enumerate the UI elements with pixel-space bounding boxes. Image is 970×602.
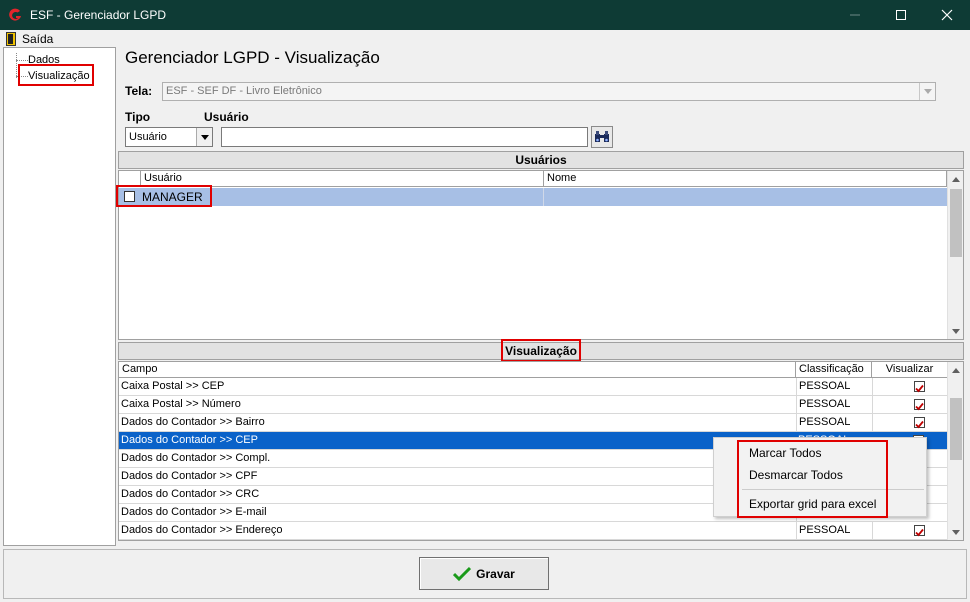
table-row[interactable]: Dados do Contador >> Bairro PESSOAL bbox=[119, 414, 948, 432]
check-icon bbox=[915, 402, 924, 411]
table-row[interactable]: Caixa Postal >> Número PESSOAL bbox=[119, 396, 948, 414]
visualizar-cell[interactable] bbox=[872, 522, 948, 540]
table-row[interactable]: Dados do Contador >> Endereço PESSOAL bbox=[119, 522, 948, 540]
campo-cell: Caixa Postal >> Número bbox=[121, 398, 241, 410]
tipo-value: Usuário bbox=[129, 131, 167, 143]
search-button[interactable] bbox=[591, 126, 613, 148]
esf-logo-icon bbox=[6, 6, 24, 24]
scroll-down-icon[interactable] bbox=[948, 323, 964, 339]
green-checkmark-icon bbox=[453, 566, 472, 581]
grid-header-classificacao[interactable]: Classificação bbox=[796, 362, 872, 378]
minimize-button[interactable] bbox=[832, 0, 878, 30]
classificacao-cell: PESSOAL bbox=[796, 414, 872, 432]
highlight-box bbox=[737, 440, 888, 518]
visualizar-checkbox[interactable] bbox=[914, 399, 925, 411]
check-icon bbox=[915, 420, 924, 429]
close-button[interactable] bbox=[924, 0, 970, 30]
tipo-label: Tipo bbox=[125, 110, 151, 124]
scroll-down-icon[interactable] bbox=[948, 524, 963, 540]
usuario-label: Usuário bbox=[204, 110, 249, 124]
grid-header-nome[interactable]: Nome bbox=[544, 171, 947, 187]
exit-door-icon[interactable] bbox=[6, 31, 16, 46]
users-section-header: Usuários bbox=[118, 151, 964, 169]
scroll-thumb[interactable] bbox=[950, 398, 962, 460]
navigation-tree: Dados Visualização bbox=[3, 47, 116, 546]
users-section-title: Usuários bbox=[515, 153, 567, 167]
highlight-box bbox=[18, 64, 94, 86]
menu-bar: Saída bbox=[1, 30, 969, 47]
visualizar-cell[interactable] bbox=[872, 414, 948, 432]
tela-select[interactable]: ESF - SEF DF - Livro Eletrônico bbox=[162, 82, 936, 101]
classificacao-cell: PESSOAL bbox=[796, 522, 872, 540]
campo-cell: Dados do Contador >> E-mail bbox=[121, 506, 267, 518]
campo-cell: Dados do Contador >> CEP bbox=[121, 434, 258, 446]
vis-scrollbar[interactable] bbox=[947, 362, 963, 540]
check-icon bbox=[915, 528, 924, 537]
visualizar-checkbox[interactable] bbox=[914, 525, 925, 537]
tela-value: ESF - SEF DF - Livro Eletrônico bbox=[166, 85, 322, 97]
close-icon bbox=[941, 9, 953, 21]
table-row[interactable]: Caixa Postal >> CEP PESSOAL bbox=[119, 378, 948, 396]
scroll-thumb[interactable] bbox=[950, 189, 962, 257]
page-title: Gerenciador LGPD - Visualização bbox=[125, 48, 380, 67]
users-scrollbar[interactable] bbox=[947, 171, 963, 339]
tree-connector bbox=[16, 60, 28, 61]
table-row[interactable]: MANAGER bbox=[119, 188, 947, 206]
title-bar: ESF - Gerenciador LGPD bbox=[0, 0, 970, 30]
cell-separator bbox=[543, 188, 544, 206]
binoculars-search-icon bbox=[595, 131, 609, 142]
visualizar-cell[interactable] bbox=[872, 378, 948, 396]
usuario-input[interactable] bbox=[221, 127, 588, 147]
campo-cell: Dados do Contador >> CPF bbox=[121, 470, 258, 482]
window-controls bbox=[832, 0, 970, 30]
tree-connector bbox=[16, 53, 17, 78]
window-title: ESF - Gerenciador LGPD bbox=[30, 8, 167, 22]
campo-cell: Dados do Contador >> Endereço bbox=[121, 524, 283, 536]
tipo-select[interactable]: Usuário bbox=[125, 127, 213, 147]
chevron-down-icon[interactable] bbox=[196, 128, 212, 146]
grid-header-campo[interactable]: Campo bbox=[119, 362, 796, 378]
campo-cell: Caixa Postal >> CEP bbox=[121, 380, 225, 392]
visualizar-cell[interactable] bbox=[872, 396, 948, 414]
chevron-down-icon[interactable] bbox=[919, 83, 935, 100]
minimize-icon bbox=[850, 14, 860, 16]
check-icon bbox=[915, 384, 924, 393]
classificacao-cell: PESSOAL bbox=[796, 378, 872, 396]
highlight-box bbox=[116, 185, 212, 207]
campo-cell: Dados do Contador >> Bairro bbox=[121, 416, 265, 428]
visualizar-checkbox[interactable] bbox=[914, 381, 925, 393]
users-grid: Usuário Nome MANAGER bbox=[118, 170, 964, 340]
campo-cell: Dados do Contador >> Compl. bbox=[121, 452, 271, 464]
grid-header-visualizar[interactable]: Visualizar bbox=[872, 362, 948, 378]
tela-label: Tela: bbox=[125, 84, 153, 98]
save-button[interactable]: Gravar bbox=[419, 557, 549, 590]
highlight-box bbox=[501, 339, 581, 362]
save-label: Gravar bbox=[476, 566, 515, 581]
visualizar-checkbox[interactable] bbox=[914, 417, 925, 429]
maximize-icon bbox=[896, 10, 906, 20]
scroll-up-icon[interactable] bbox=[948, 171, 964, 187]
scroll-up-icon[interactable] bbox=[948, 362, 963, 378]
maximize-button[interactable] bbox=[878, 0, 924, 30]
campo-cell: Dados do Contador >> CRC bbox=[121, 488, 260, 500]
classificacao-cell: PESSOAL bbox=[796, 396, 872, 414]
menu-exit[interactable]: Saída bbox=[22, 32, 53, 46]
